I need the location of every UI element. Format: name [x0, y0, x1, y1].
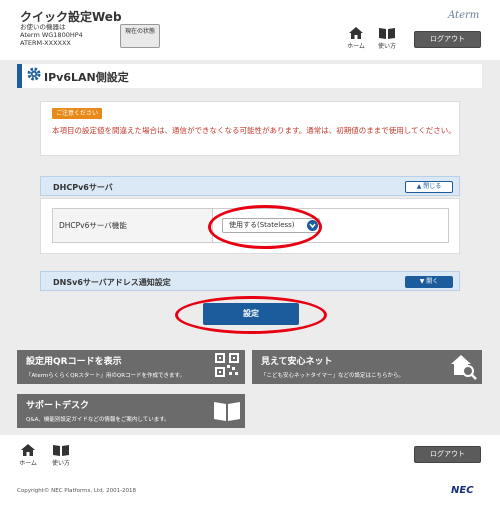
home-label: ホーム: [347, 43, 365, 50]
page-heading: IPv6LAN側設定: [17, 64, 482, 88]
mieru-tile-desc: 「こども安心ネットタイマー」などの設定はこちらから。: [261, 373, 405, 379]
highlight-oval-select: [208, 205, 322, 249]
qr-tile-title: 設定用QRコードを表示: [26, 357, 122, 367]
nec-logo: NEC: [451, 485, 474, 496]
device-ssid: ATERM-XXXXXX: [20, 39, 71, 47]
book-icon: [379, 28, 395, 39]
footer-help-label: 使い方: [51, 460, 70, 467]
support-tile-title: サポートデスク: [26, 401, 90, 411]
warning-badge: ご注意ください: [52, 108, 103, 119]
gear-icon: [27, 67, 41, 81]
brand-logo: Aterm: [448, 10, 480, 21]
mieru-tile-title: 見えて安心ネット: [261, 357, 333, 367]
dhcpv6-section-title: DHCPv6サーバ: [53, 183, 113, 192]
dnsv6-section-title: DNSv6サーバアドレス通知設定: [53, 278, 171, 287]
header: クイック設定Web お使いの機器は Aterm WG1800HP4 ATERM-…: [0, 0, 500, 60]
home-icon: [349, 27, 363, 39]
qr-tile-desc: 「AtermらくらくQRスタート」用のQRコードを作成できます。: [26, 373, 185, 379]
dhcpv6-section-header: DHCPv6サーバ ▲ 閉じる: [40, 176, 460, 196]
footer-home-label: ホーム: [19, 460, 37, 467]
book-icon: [53, 445, 69, 456]
mieru-anshin-tile[interactable]: 見えて安心ネット 「こども安心ネットタイマー」などの設定はこちらから。: [252, 350, 482, 384]
footer-bar: ホーム 使い方 ログアウト: [0, 435, 500, 479]
footer-logout-button[interactable]: ログアウト: [414, 446, 481, 463]
page-title: IPv6LAN側設定: [44, 71, 129, 84]
notice-box: ご注意ください 本項目の設定値を間違えた場合は、通信ができなくなる可能性がありま…: [40, 101, 460, 156]
dnsv6-expand-label: 開く: [426, 278, 439, 285]
dnsv6-section-header[interactable]: DNSv6サーバアドレス通知設定 ▼ 開く: [40, 271, 460, 291]
footer-home-button[interactable]: ホーム: [17, 443, 39, 467]
support-desk-tile[interactable]: サポートデスク Q&A、機能別設定ガイドなどの情報をご案内しています。: [17, 394, 245, 428]
footer-help-button[interactable]: 使い方: [50, 443, 72, 467]
status-button[interactable]: 現在の状態: [120, 24, 160, 48]
warning-text: 本項目の設定値を間違えた場合は、通信ができなくなる可能性があります。通常は、初期…: [52, 126, 456, 135]
copyright: Copyright© NEC Platforms, Ltd. 2001-2018: [17, 488, 137, 494]
house-search-icon: [451, 355, 477, 380]
support-tile-desc: Q&A、機能別設定ガイドなどの情報をご案内しています。: [26, 417, 170, 423]
help-button[interactable]: 使い方: [376, 26, 398, 50]
main-content: IPv6LAN側設定 ご注意ください 本項目の設定値を間違えた場合は、通信ができ…: [0, 60, 500, 435]
logout-button[interactable]: ログアウト: [414, 31, 481, 48]
dnsv6-expand-button[interactable]: ▼ 開く: [405, 276, 453, 288]
device-model: Aterm WG1800HP4: [20, 31, 83, 39]
dhcpv6-collapse-button[interactable]: ▲ 閉じる: [405, 181, 453, 193]
device-label: お使いの機器は: [20, 23, 66, 31]
qr-code-icon: [215, 353, 239, 377]
dhcpv6-server-label: DHCPv6サーバ機能: [53, 209, 213, 242]
dhcpv6-collapse-label: 閉じる: [423, 183, 442, 190]
home-icon: [21, 444, 35, 456]
qr-code-tile[interactable]: 設定用QRコードを表示 「AtermらくらくQRスタート」用のQRコードを作成で…: [17, 350, 245, 384]
help-label: 使い方: [377, 43, 396, 50]
home-button[interactable]: ホーム: [345, 26, 367, 50]
highlight-oval-submit: [175, 296, 327, 334]
book-icon: [214, 402, 240, 421]
